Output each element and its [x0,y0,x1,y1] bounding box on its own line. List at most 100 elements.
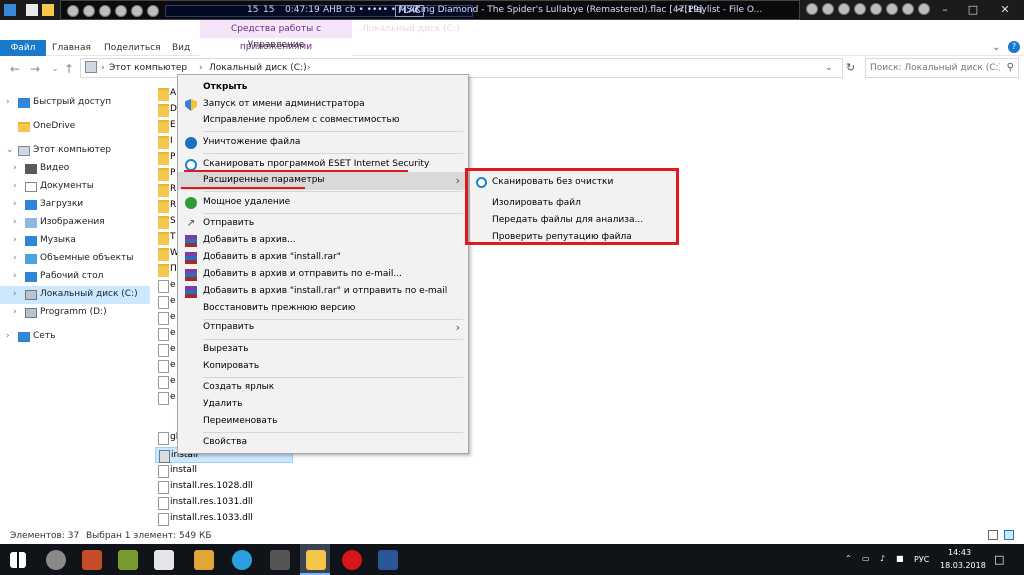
icons-view-icon[interactable] [1004,530,1014,540]
menu-item-open[interactable]: Открыть [178,79,468,97]
list-item[interactable]: install [155,463,295,479]
back-button[interactable]: ← [8,61,22,77]
menu-item-add-to-archive[interactable]: Добавить в архив... [178,232,468,250]
menu-item-delete[interactable]: Удалить [178,396,468,414]
chevron-right-icon[interactable]: › [13,199,17,209]
breadcrumb-local-disk[interactable]: Локальный диск (C:) [209,63,307,73]
menu-item-cut[interactable]: Вырезать [178,341,468,359]
nav-network[interactable]: › Сеть [0,328,150,346]
tab-view[interactable]: Вид [172,40,190,56]
menu-item-force-uninstall[interactable]: Мощное удаление [178,194,468,212]
nav-downloads[interactable]: › Загрузки [0,196,150,214]
up-button[interactable]: ↑ [62,61,76,77]
nav-quick-access[interactable]: › Быстрый доступ [0,94,150,112]
chevron-right-icon[interactable]: › [13,217,17,227]
forward-button[interactable]: → [28,61,42,77]
nav-pictures[interactable]: › Изображения [0,214,150,232]
menu-item-restore-previous[interactable]: Восстановить прежнюю версию [178,300,468,318]
network-icon[interactable]: ▭ [862,554,870,563]
new-folder-icon[interactable] [42,4,54,16]
app-icon[interactable] [270,550,290,570]
clock-date[interactable]: 18.03.2018 [940,561,986,570]
ctrl-play-icon[interactable] [838,3,850,15]
app-icon[interactable] [118,550,138,570]
tab-home[interactable]: Главная [52,40,91,56]
nav-documents[interactable]: › Документы [0,178,150,196]
power-icon[interactable]: ■ [896,554,904,563]
help-icon[interactable]: ? [1008,41,1020,53]
ctrl-rew-icon[interactable] [822,3,834,15]
fl-studio-icon[interactable] [194,550,214,570]
app-icon[interactable] [82,550,102,570]
chevron-right-icon[interactable]: › [13,271,17,281]
nav-this-pc[interactable]: ⌄ Этот компьютер [0,142,150,160]
notifications-icon[interactable]: □ [994,553,1004,566]
app-icon[interactable] [46,550,66,570]
player-pause-icon[interactable] [99,5,111,17]
tab-file[interactable]: Файл [0,40,46,56]
ctrl-eject-icon[interactable] [918,3,930,15]
breadcrumb-this-pc[interactable]: Этот компьютер [109,63,187,73]
menu-item-create-shortcut[interactable]: Создать ярлык [178,379,468,397]
search-icon[interactable]: ⚲ [1007,62,1014,73]
player-playlist[interactable]: <[Playlist - File O... [677,5,762,15]
opera-icon[interactable] [342,550,362,570]
ctrl-prev-icon[interactable] [806,3,818,15]
app-icon[interactable] [154,550,174,570]
nav-desktop[interactable]: › Рабочий стол [0,268,150,286]
chevron-right-icon[interactable]: › [13,163,17,173]
menu-item-rename[interactable]: Переименовать [178,413,468,431]
list-item[interactable]: install.res.1033.dll [155,511,295,527]
nav-music[interactable]: › Музыка [0,232,150,250]
details-view-icon[interactable] [988,530,998,540]
nav-programm-d[interactable]: › Programm (D:) [0,304,150,322]
menu-item-shred-file[interactable]: Уничтожение файла [178,134,468,152]
minimize-button[interactable]: – [930,0,960,20]
chevron-right-icon[interactable]: › [6,331,10,341]
nav-local-disk-c[interactable]: › Локальный диск (C:) [0,286,150,304]
ctrl-ffwd-icon[interactable] [886,3,898,15]
ctrl-pause-icon[interactable] [854,3,866,15]
menu-item-send-to[interactable]: Отправить › [178,319,468,337]
chevron-right-icon[interactable]: › [13,289,17,299]
nav-3d-objects[interactable]: › Объемные объекты [0,250,150,268]
player-next-icon[interactable] [131,5,143,17]
player-stop-icon[interactable] [115,5,127,17]
list-item[interactable]: install.res.1031.dll [155,495,295,511]
close-button[interactable]: ✕ [990,0,1020,20]
player-open-icon[interactable] [147,5,159,17]
menu-item-properties[interactable]: Свойства [178,434,468,452]
ctrl-next-icon[interactable] [902,3,914,15]
tray-chevron-icon[interactable]: ⌃ [845,554,852,563]
menu-item-copy[interactable]: Копировать [178,358,468,376]
chevron-right-icon[interactable]: › [13,253,17,263]
volume-icon[interactable]: ♪ [880,554,885,563]
recent-dropdown-icon[interactable]: ⌄ [48,61,62,77]
chevron-down-icon[interactable]: ⌄ [6,145,14,155]
chevron-right-icon[interactable]: › [13,235,17,245]
chevron-right-icon[interactable]: › [13,307,17,317]
menu-item-add-to-install-rar[interactable]: Добавить в архив "install.rar" [178,249,468,267]
chevron-right-icon[interactable]: › [13,181,17,191]
menu-item-share[interactable]: ↗ Отправить [178,215,468,233]
tab-manage[interactable]: Управление [200,40,352,50]
menu-item-troubleshoot-compat[interactable]: Исправление проблем с совместимостью [178,112,468,130]
tab-share[interactable]: Поделиться [104,40,161,56]
list-item[interactable]: install.res.1028.dll [155,479,295,495]
ctrl-stop-icon[interactable] [870,3,882,15]
menu-item-archive-and-email[interactable]: Добавить в архив и отправить по e-mail..… [178,266,468,284]
language-indicator[interactable]: РУС [914,555,929,564]
player-play-icon[interactable] [83,5,95,17]
ribbon-expand-icon[interactable]: ⌄ [992,42,1000,53]
nav-onedrive[interactable]: OneDrive [0,118,150,136]
properties-icon[interactable] [26,4,38,16]
clock-time[interactable]: 14:43 [948,548,971,557]
player-prev-icon[interactable] [67,5,79,17]
address-dropdown-icon[interactable]: ⌄ [825,63,833,73]
explorer-icon[interactable] [4,4,16,16]
search-input[interactable] [870,61,1000,75]
chevron-right-icon[interactable]: › [6,97,10,107]
maximize-button[interactable]: □ [958,0,988,20]
app-icon[interactable] [232,550,252,570]
refresh-icon[interactable]: ↻ [846,61,855,74]
